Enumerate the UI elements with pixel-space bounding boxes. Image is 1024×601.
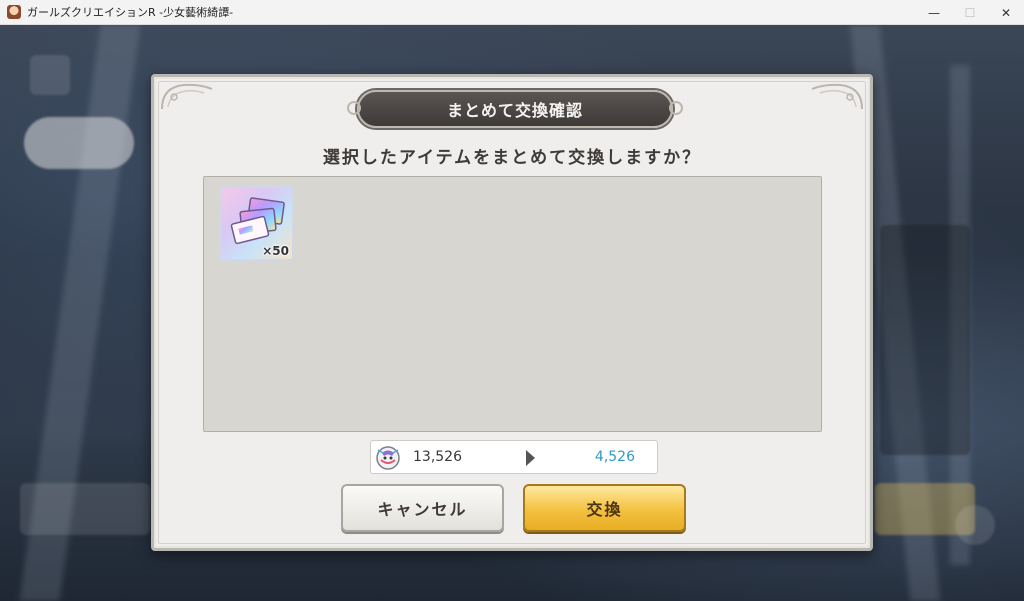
confirm-question: 選択したアイテムをまとめて交換しますか？ [322,148,702,168]
arrow-right-icon [526,450,535,466]
exchange-button[interactable]: 交換 [523,484,686,532]
window-controls: — ☐ ✕ [916,0,1024,25]
ornament-right-icon [811,83,863,110]
currency-icon [376,446,400,470]
currency-after-value: 4,526 [594,449,635,465]
item-card[interactable]: ×50 [219,186,294,261]
item-quantity: ×50 [262,244,289,258]
close-button[interactable]: ✕ [988,0,1024,25]
dialog-title: まとめて交換確認 [446,101,583,120]
ornament-left-icon [161,83,213,110]
minimize-button[interactable]: — [916,0,952,25]
currency-change-bar: 13,526 4,526 [370,440,658,474]
plate-ornament-right [669,101,683,115]
cancel-button[interactable]: キャンセル [341,484,504,532]
window-title: ガールズクリエイションR -少女藝術綺譚- [27,6,234,19]
selected-items-panel: ×50 [203,176,822,432]
dialog-title-plate: まとめて交換確認 [347,90,683,128]
currency-before-value: 13,526 [413,449,462,465]
maximize-button[interactable]: ☐ [952,0,988,25]
app-icon [7,5,21,19]
window-titlebar: ガールズクリエイションR -少女藝術綺譚- — ☐ ✕ [0,0,1024,25]
exchange-confirm-dialog: まとめて交換確認 選択したアイテムをまとめて交換しますか？ ×50 13,526… [151,74,873,551]
plate-ornament-left [347,101,361,115]
ticket-stack-icon [230,197,285,245]
